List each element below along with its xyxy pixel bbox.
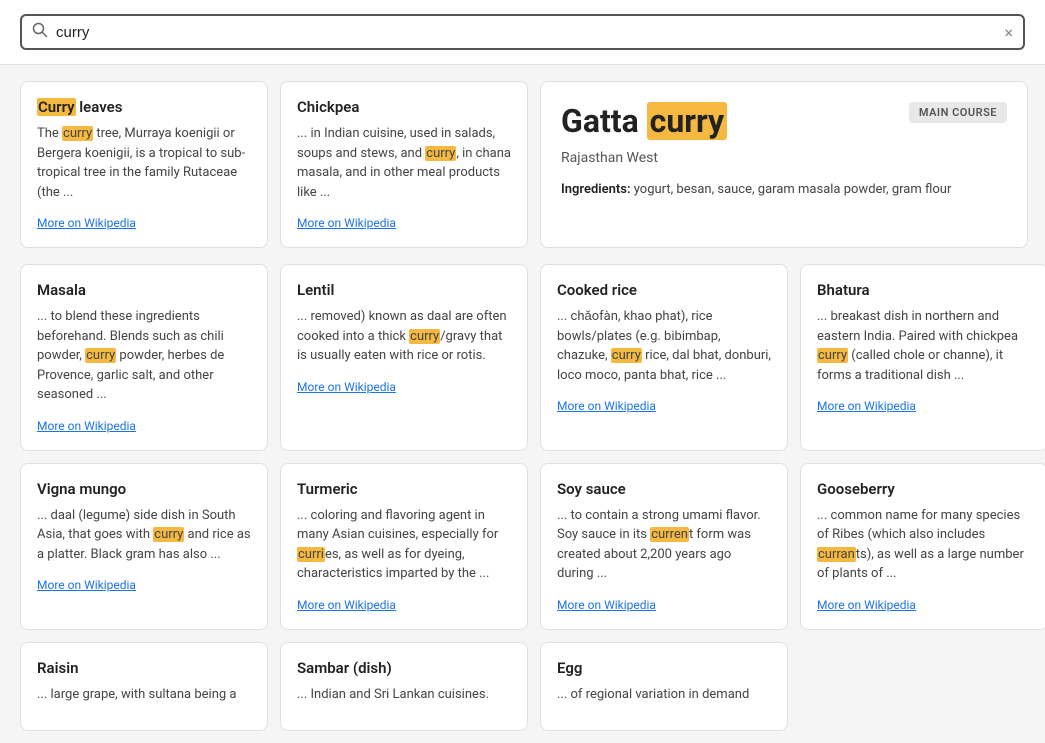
wiki-link[interactable]: More on Wikipedia	[557, 399, 656, 413]
card-chickpea: Chickpea ... in Indian cuisine, used in …	[280, 81, 528, 248]
results-row2: Masala ... to blend these ingredients be…	[0, 264, 1045, 451]
clear-icon[interactable]: ×	[1004, 23, 1013, 42]
card-title: Bhatura	[817, 281, 1031, 299]
wiki-link[interactable]: More on Wikipedia	[297, 598, 396, 612]
results-row1: Curry leaves The curry tree, Murraya koe…	[0, 65, 1045, 264]
card-lentil: Lentil ... removed) known as daal are of…	[280, 264, 528, 451]
search-icon	[32, 22, 48, 42]
card-turmeric: Turmeric ... coloring and flavoring agen…	[280, 463, 528, 630]
card-title: Raisin	[37, 659, 251, 677]
card-title: Egg	[557, 659, 771, 677]
card-body: ... in Indian cuisine, used in salads, s…	[297, 124, 511, 202]
wiki-link[interactable]: More on Wikipedia	[297, 216, 396, 230]
card-body: ... large grape, with sultana being a	[37, 685, 251, 705]
card-egg: Egg ... of regional variation in demand	[540, 642, 788, 732]
card-curry-leaves: Curry leaves The curry tree, Murraya koe…	[20, 81, 268, 248]
card-body: ... common name for many species of Ribe…	[817, 506, 1031, 584]
card-sambar: Sambar (dish) ... Indian and Sri Lankan …	[280, 642, 528, 732]
card-bhatura: Bhatura ... breakast dish in northern an…	[800, 264, 1045, 451]
card-title: Turmeric	[297, 480, 511, 498]
card-gooseberry: Gooseberry ... common name for many spec…	[800, 463, 1045, 630]
card-title: Masala	[37, 281, 251, 299]
featured-subtitle: Rajasthan West	[561, 150, 1007, 166]
card-body: ... removed) known as daal are often coo…	[297, 307, 511, 366]
card-raisin: Raisin ... large grape, with sultana bei…	[20, 642, 268, 732]
card-title: Curry leaves	[37, 98, 251, 116]
search-input[interactable]	[56, 24, 996, 41]
card-masala: Masala ... to blend these ingredients be…	[20, 264, 268, 451]
card-title: Soy sauce	[557, 480, 771, 498]
card-gatta-curry: MAIN COURSE Gatta curry Rajasthan West I…	[540, 81, 1028, 248]
wiki-link[interactable]: More on Wikipedia	[37, 419, 136, 433]
featured-badge: MAIN COURSE	[909, 102, 1007, 123]
card-title: Chickpea	[297, 98, 511, 116]
wiki-link[interactable]: More on Wikipedia	[297, 380, 396, 394]
card-title: Cooked rice	[557, 281, 771, 299]
card-body: ... of regional variation in demand	[557, 685, 771, 705]
card-body: ... daal (legume) side dish in South Asi…	[37, 506, 251, 565]
card-title: Lentil	[297, 281, 511, 299]
card-title: Vigna mungo	[37, 480, 251, 498]
search-bar: ×	[20, 14, 1025, 50]
featured-ingredients: Ingredients: yogurt, besan, sauce, garam…	[561, 180, 1007, 201]
card-cooked-rice: Cooked rice ... chǎofàn, khao phat), ric…	[540, 264, 788, 451]
card-body: ... to blend these ingredients beforehan…	[37, 307, 251, 405]
card-body: The curry tree, Murraya koenigii or Berg…	[37, 124, 251, 202]
featured-title-highlight: curry	[647, 102, 727, 140]
card-body: ... coloring and flavoring agent in many…	[297, 506, 511, 584]
card-title: Sambar (dish)	[297, 659, 511, 677]
results-row4: Raisin ... large grape, with sultana bei…	[0, 642, 1045, 732]
wiki-link[interactable]: More on Wikipedia	[817, 598, 916, 612]
card-body: ... chǎofàn, khao phat), rice bowls/plat…	[557, 307, 771, 385]
wiki-link[interactable]: More on Wikipedia	[37, 216, 136, 230]
title-highlight: Curry	[37, 98, 76, 116]
card-body: ... Indian and Sri Lankan cuisines.	[297, 685, 511, 705]
search-bar-container: ×	[0, 0, 1045, 65]
card-body: ... to contain a strong umami flavor. So…	[557, 506, 771, 584]
results-row3: Vigna mungo ... daal (legume) side dish …	[0, 463, 1045, 630]
wiki-link[interactable]: More on Wikipedia	[557, 598, 656, 612]
card-title: Gooseberry	[817, 480, 1031, 498]
card-vigna-mungo: Vigna mungo ... daal (legume) side dish …	[20, 463, 268, 630]
wiki-link[interactable]: More on Wikipedia	[817, 399, 916, 413]
card-soy-sauce: Soy sauce ... to contain a strong umami …	[540, 463, 788, 630]
card-body: ... breakast dish in northern and easter…	[817, 307, 1031, 385]
wiki-link[interactable]: More on Wikipedia	[37, 578, 136, 592]
